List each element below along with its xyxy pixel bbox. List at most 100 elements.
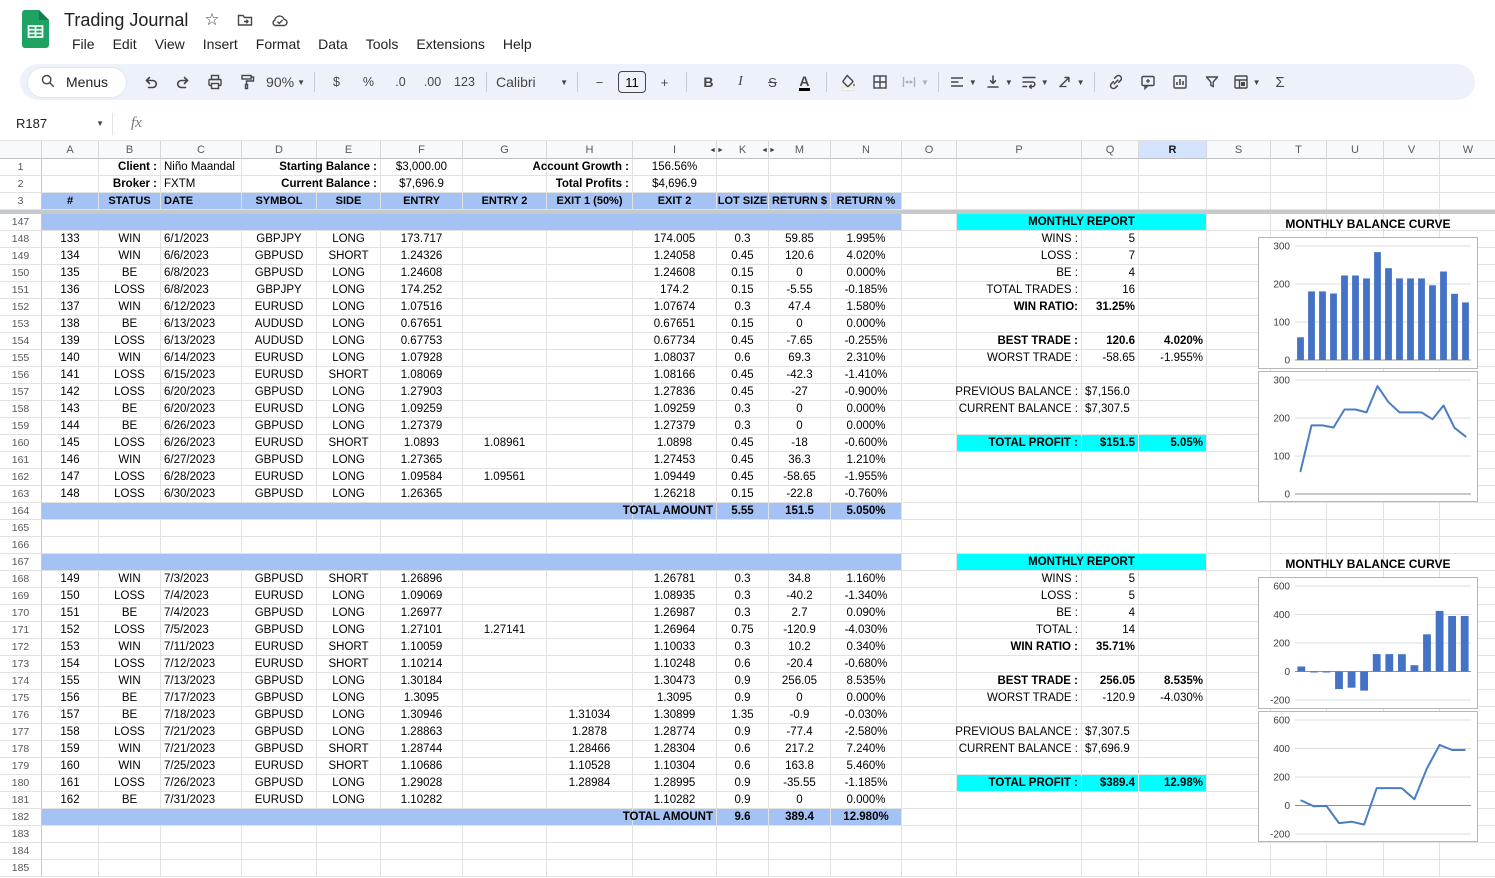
cell-E162[interactable]: LONG <box>317 469 381 486</box>
cell-M169[interactable]: -40.2 <box>769 588 831 605</box>
cell-I159[interactable]: 1.27379 <box>633 418 717 435</box>
cell-H151[interactable] <box>547 282 633 299</box>
cell-K181[interactable]: 0.9 <box>717 792 769 809</box>
cell-O180[interactable] <box>902 775 957 792</box>
cell-P174[interactable]: BEST TRADE : <box>957 673 1082 690</box>
cell-Q1[interactable] <box>1082 159 1139 176</box>
cell-M173[interactable]: -20.4 <box>769 656 831 673</box>
row-header-165[interactable]: 165 <box>0 520 42 537</box>
row-header-156[interactable]: 156 <box>0 367 42 384</box>
row-header-180[interactable]: 180 <box>0 775 42 792</box>
cell-C162[interactable]: 6/28/2023 <box>161 469 242 486</box>
cell-B151[interactable]: LOSS <box>99 282 161 299</box>
cell-Q161[interactable] <box>1082 452 1139 469</box>
cell-R164[interactable] <box>1139 503 1207 520</box>
cell-N181[interactable]: 0.000% <box>831 792 902 809</box>
cell-N177[interactable]: -2.580% <box>831 724 902 741</box>
cell-G150[interactable] <box>463 265 547 282</box>
cell-C153[interactable]: 6/13/2023 <box>161 316 242 333</box>
row-header-176[interactable]: 176 <box>0 707 42 724</box>
cell-Q159[interactable] <box>1082 418 1139 435</box>
cell-C169[interactable]: 7/4/2023 <box>161 588 242 605</box>
cell-C173[interactable]: 7/12/2023 <box>161 656 242 673</box>
cell-F3[interactable]: ENTRY <box>381 193 463 210</box>
cell-Q166[interactable] <box>1082 537 1139 554</box>
cell-O164[interactable] <box>902 503 957 520</box>
cell-P168[interactable]: WINS : <box>957 571 1082 588</box>
cell-K165[interactable] <box>717 520 769 537</box>
cell-G175[interactable] <box>463 690 547 707</box>
cell-N175[interactable]: 0.000% <box>831 690 902 707</box>
column-header-P[interactable]: P <box>957 141 1082 159</box>
cell-A158[interactable]: 143 <box>42 401 99 418</box>
cell-R163[interactable] <box>1139 486 1207 503</box>
cell-E184[interactable] <box>317 843 381 860</box>
cell-O183[interactable] <box>902 826 957 843</box>
cell-B179[interactable]: WIN <box>99 758 161 775</box>
row-header-181[interactable]: 181 <box>0 792 42 809</box>
name-box[interactable]: R187 ▼ <box>0 116 104 131</box>
cell-K184[interactable] <box>717 843 769 860</box>
cell-H170[interactable] <box>547 605 633 622</box>
cell-B156[interactable]: LOSS <box>99 367 161 384</box>
cell-E173[interactable]: SHORT <box>317 656 381 673</box>
cell-O169[interactable] <box>902 588 957 605</box>
cell-Q150[interactable]: 4 <box>1082 265 1139 282</box>
cell-Q180[interactable]: $389.4 <box>1082 775 1139 792</box>
cell-D151[interactable]: GBPJPY <box>242 282 317 299</box>
row-header-154[interactable]: 154 <box>0 333 42 350</box>
cell-K155[interactable]: 0.6 <box>717 350 769 367</box>
cell-D165[interactable] <box>242 520 317 537</box>
cell-K174[interactable]: 0.9 <box>717 673 769 690</box>
cell-M164[interactable]: 151.5 <box>769 503 831 520</box>
cell-M166[interactable] <box>769 537 831 554</box>
cell-P165[interactable] <box>957 520 1082 537</box>
cell-O182[interactable] <box>902 809 957 826</box>
cell-B152[interactable]: WIN <box>99 299 161 316</box>
cell-K185[interactable] <box>717 860 769 877</box>
cell-B166[interactable] <box>99 537 161 554</box>
cell-E149[interactable]: SHORT <box>317 248 381 265</box>
cell-B2[interactable]: Broker : <box>99 176 161 193</box>
cell-W185[interactable] <box>1440 860 1495 877</box>
cell-O181[interactable] <box>902 792 957 809</box>
cell-H2[interactable]: Total Profits : <box>547 176 633 193</box>
italic-button[interactable]: I <box>725 69 756 95</box>
cell-H171[interactable] <box>547 622 633 639</box>
cell-D166[interactable] <box>242 537 317 554</box>
cell-Q168[interactable]: 5 <box>1082 571 1139 588</box>
column-header-I[interactable]: I <box>633 141 717 159</box>
cell-P1[interactable] <box>957 159 1082 176</box>
row-header-172[interactable]: 172 <box>0 639 42 656</box>
cell-C160[interactable]: 6/26/2023 <box>161 435 242 452</box>
cell-D181[interactable]: EURUSD <box>242 792 317 809</box>
cell-N159[interactable]: 0.000% <box>831 418 902 435</box>
cell-I154[interactable]: 0.67734 <box>633 333 717 350</box>
cell-I176[interactable]: 1.30899 <box>633 707 717 724</box>
cell-A167[interactable] <box>42 554 902 571</box>
cell-D3[interactable]: SYMBOL <box>242 193 317 210</box>
cell-R162[interactable] <box>1139 469 1207 486</box>
cell-B169[interactable]: LOSS <box>99 588 161 605</box>
cell-B175[interactable]: BE <box>99 690 161 707</box>
cell-B184[interactable] <box>99 843 161 860</box>
row-header-173[interactable]: 173 <box>0 656 42 673</box>
row-header-185[interactable]: 185 <box>0 860 42 877</box>
column-header-G[interactable]: G <box>463 141 547 159</box>
cell-A148[interactable]: 133 <box>42 231 99 248</box>
cell-E176[interactable]: LONG <box>317 707 381 724</box>
cell-O167[interactable] <box>902 554 957 571</box>
cell-G181[interactable] <box>463 792 547 809</box>
cell-K178[interactable]: 0.6 <box>717 741 769 758</box>
cell-T2[interactable] <box>1271 176 1327 193</box>
cell-Q176[interactable] <box>1082 707 1139 724</box>
insert-chart-button[interactable] <box>1165 69 1196 95</box>
cell-R151[interactable] <box>1139 282 1207 299</box>
cell-E161[interactable]: LONG <box>317 452 381 469</box>
cell-Q155[interactable]: -58.65 <box>1082 350 1139 367</box>
cell-N174[interactable]: 8.535% <box>831 673 902 690</box>
cell-D150[interactable]: GBPUSD <box>242 265 317 282</box>
cell-Q156[interactable] <box>1082 367 1139 384</box>
cell-R184[interactable] <box>1139 843 1207 860</box>
cell-K150[interactable]: 0.15 <box>717 265 769 282</box>
